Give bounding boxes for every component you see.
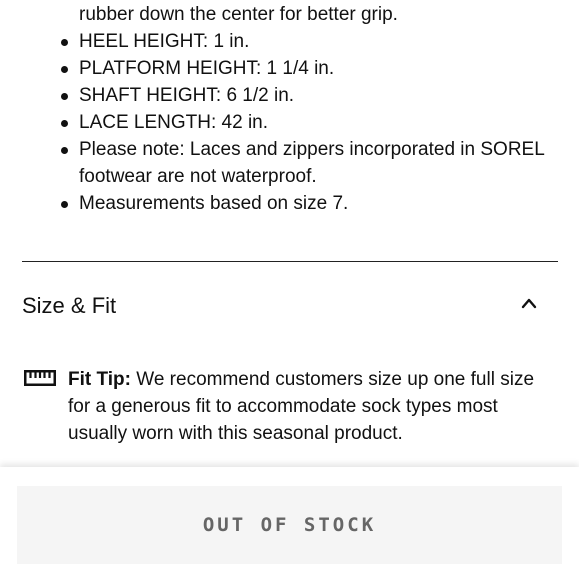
- list-item: LACE LENGTH: 42 in.: [0, 109, 579, 136]
- list-item-text: rubber down the center for better grip.: [79, 4, 398, 25]
- product-details-section: rubber down the center for better grip. …: [0, 0, 579, 217]
- section-divider: [22, 261, 558, 262]
- list-item: HEEL HEIGHT: 1 in.: [0, 28, 579, 55]
- list-item: PLATFORM HEIGHT: 1 1/4 in.: [0, 55, 579, 82]
- sticky-purchase-bar: OUT OF STOCK: [0, 467, 579, 580]
- bullet-icon: [61, 201, 68, 208]
- chevron-up-icon[interactable]: [520, 296, 538, 310]
- product-details-list: rubber down the center for better grip. …: [0, 1, 579, 217]
- fit-tip-label: Fit Tip:: [68, 369, 131, 390]
- list-item-text: LACE LENGTH: 42 in.: [79, 112, 269, 133]
- list-item-text: HEEL HEIGHT: 1 in.: [79, 31, 250, 52]
- size-fit-title: Size & Fit: [22, 293, 117, 318]
- bullet-icon: [61, 93, 68, 100]
- list-item-text: Measurements based on size 7.: [79, 193, 349, 214]
- bullet-icon: [61, 39, 68, 46]
- bullet-icon: [61, 120, 68, 127]
- fit-tip-text: Fit Tip: We recommend customers size up …: [68, 366, 548, 447]
- bullet-icon: [61, 66, 68, 73]
- list-item: Please note: Laces and zippers incorpora…: [0, 136, 579, 190]
- list-item-text: PLATFORM HEIGHT: 1 1/4 in.: [79, 58, 335, 79]
- list-item: SHAFT HEIGHT: 6 1/2 in.: [0, 82, 579, 109]
- list-item-text: Please note: Laces and zippers incorpora…: [79, 139, 545, 187]
- list-item: rubber down the center for better grip.: [0, 1, 579, 28]
- ruler-icon: [24, 370, 56, 386]
- bullet-icon: [61, 147, 68, 154]
- list-item: Measurements based on size 7.: [0, 190, 579, 217]
- list-item-text: SHAFT HEIGHT: 6 1/2 in.: [79, 85, 295, 106]
- out-of-stock-button[interactable]: OUT OF STOCK: [17, 486, 562, 564]
- fit-tip-body: We recommend customers size up one full …: [68, 369, 535, 444]
- product-page: rubber down the center for better grip. …: [0, 0, 579, 580]
- size-fit-accordion-header[interactable]: Size & Fit: [22, 283, 558, 329]
